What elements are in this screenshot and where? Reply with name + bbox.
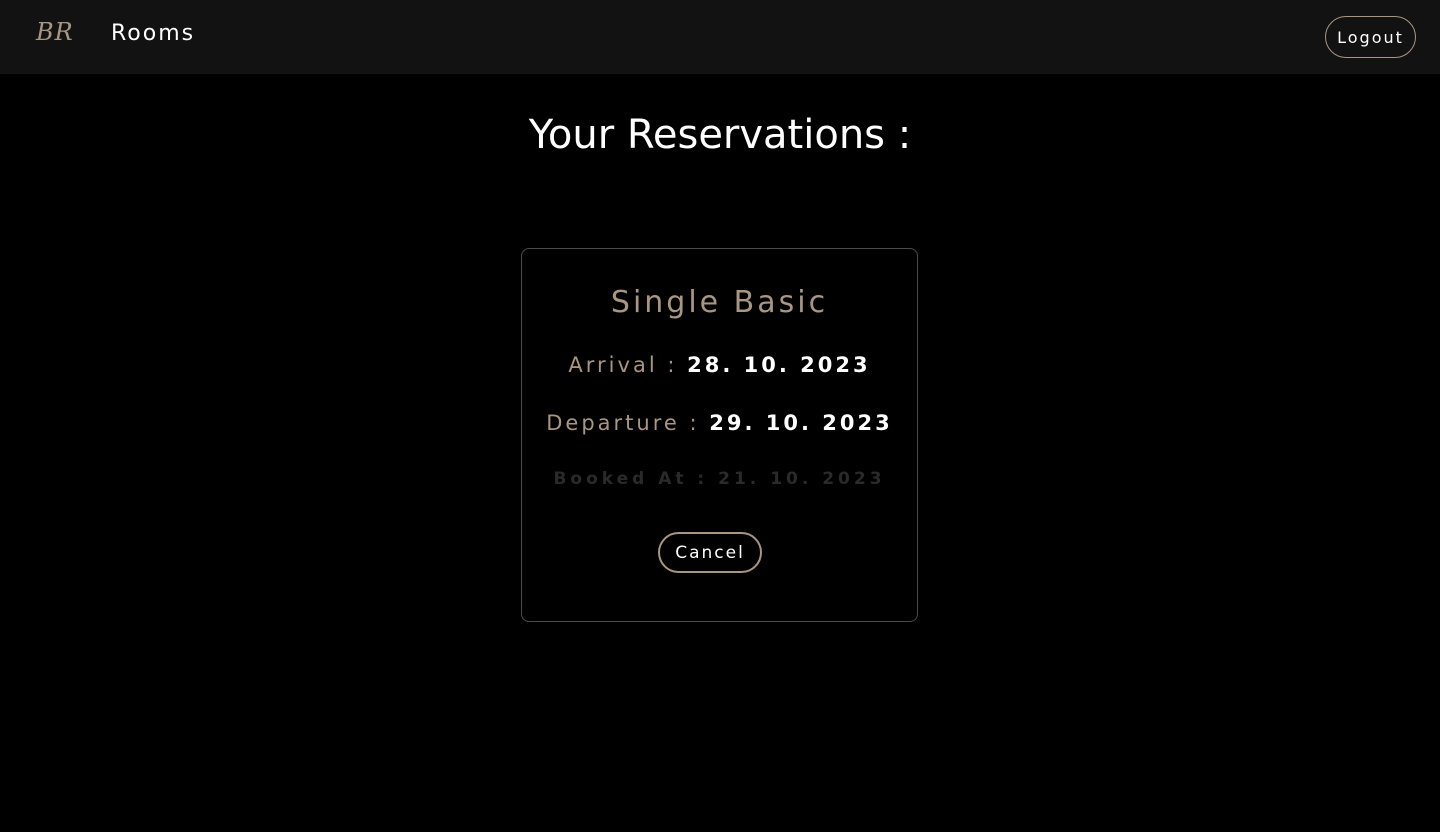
arrival-row: Arrival : 28. 10. 2023 [522, 353, 917, 377]
nav-link-rooms[interactable]: Rooms [111, 21, 195, 46]
arrival-date: 28. 10. 2023 [687, 353, 871, 377]
logout-button[interactable]: Logout [1325, 16, 1416, 58]
top-navbar: BR Rooms Logout [0, 0, 1440, 74]
booked-at-text: Booked At : 21. 10. 2023 [553, 469, 886, 489]
arrival-label: Arrival : [568, 353, 678, 377]
departure-label: Departure : [546, 411, 700, 435]
reservation-card: Single Basic Arrival : 28. 10. 2023 Depa… [521, 248, 918, 622]
departure-date: 29. 10. 2023 [709, 411, 893, 435]
brand-logo[interactable]: BR [36, 18, 74, 46]
cancel-reservation-button[interactable]: Cancel [658, 532, 762, 573]
page-title: Your Reservations : [528, 112, 912, 158]
departure-row: Departure : 29. 10. 2023 [522, 411, 917, 435]
room-name: Single Basic [610, 285, 829, 320]
